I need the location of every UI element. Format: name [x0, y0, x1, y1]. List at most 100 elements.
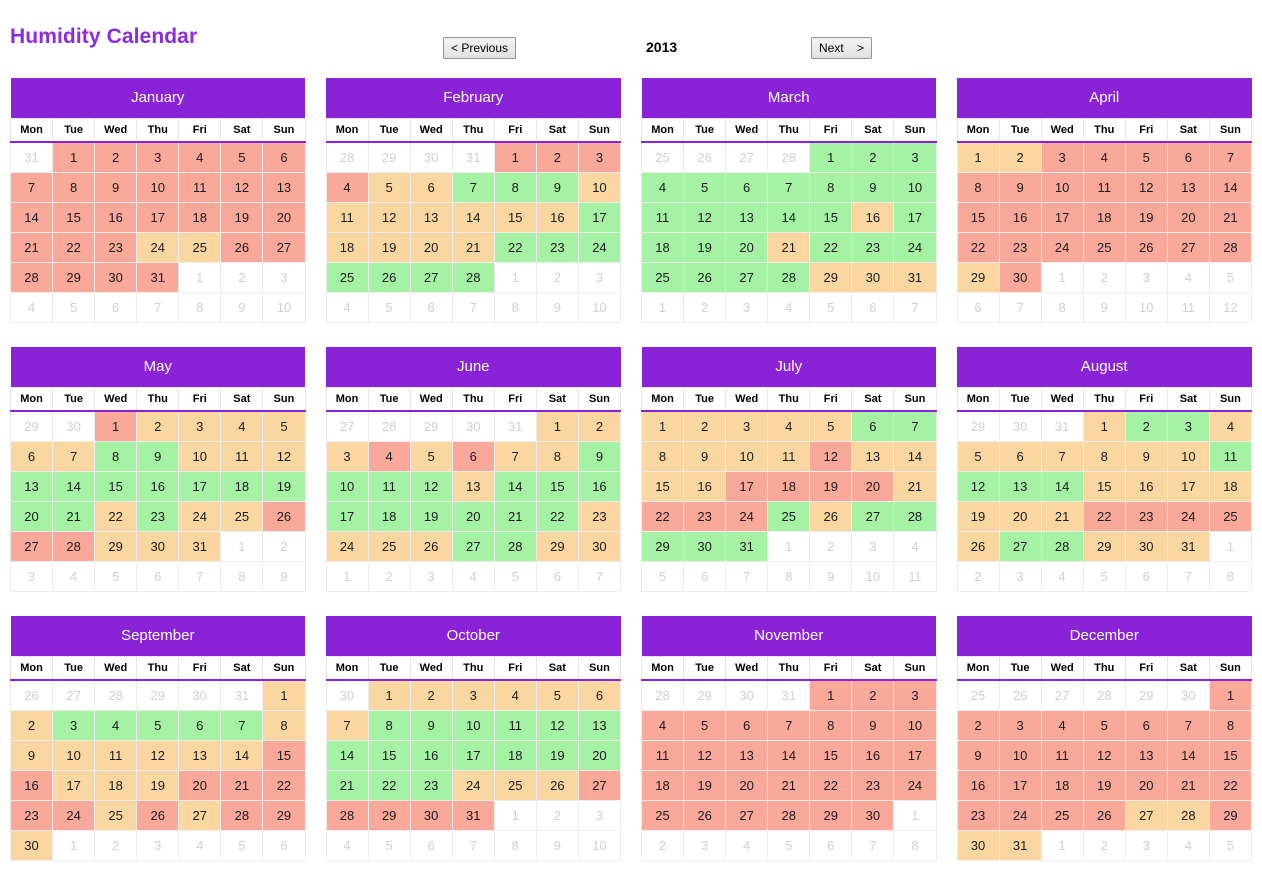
day-cell[interactable]: 15 [1209, 741, 1251, 771]
day-cell[interactable]: 11 [642, 203, 684, 233]
day-cell[interactable]: 16 [1125, 472, 1167, 502]
day-cell[interactable]: 30 [852, 263, 894, 293]
day-cell-adjacent-month[interactable]: 10 [263, 293, 305, 323]
day-cell[interactable]: 17 [726, 472, 768, 502]
day-cell[interactable]: 24 [894, 771, 936, 801]
day-cell[interactable]: 20 [1125, 771, 1167, 801]
day-cell[interactable]: 13 [410, 203, 452, 233]
day-cell-adjacent-month[interactable]: 8 [768, 562, 810, 592]
day-cell[interactable]: 22 [642, 502, 684, 532]
day-cell-adjacent-month[interactable]: 1 [768, 532, 810, 562]
day-cell[interactable]: 5 [1125, 142, 1167, 173]
day-cell[interactable]: 21 [53, 502, 95, 532]
day-cell-adjacent-month[interactable]: 9 [536, 831, 578, 861]
day-cell-adjacent-month[interactable]: 6 [852, 293, 894, 323]
day-cell[interactable]: 8 [368, 711, 410, 741]
day-cell[interactable]: 20 [578, 741, 620, 771]
day-cell[interactable]: 24 [326, 532, 368, 562]
day-cell-adjacent-month[interactable]: 2 [957, 562, 999, 592]
day-cell[interactable]: 17 [894, 203, 936, 233]
day-cell[interactable]: 23 [137, 502, 179, 532]
day-cell[interactable]: 6 [263, 142, 305, 173]
day-cell[interactable]: 22 [368, 771, 410, 801]
day-cell[interactable]: 14 [894, 442, 936, 472]
day-cell-adjacent-month[interactable]: 8 [179, 293, 221, 323]
day-cell[interactable]: 17 [1167, 472, 1209, 502]
day-cell-adjacent-month[interactable]: 10 [852, 562, 894, 592]
day-cell-adjacent-month[interactable]: 30 [410, 142, 452, 173]
day-cell[interactable]: 21 [1209, 203, 1251, 233]
day-cell[interactable]: 19 [137, 771, 179, 801]
day-cell[interactable]: 8 [494, 173, 536, 203]
day-cell[interactable]: 1 [810, 680, 852, 711]
day-cell[interactable]: 21 [894, 472, 936, 502]
day-cell[interactable]: 5 [536, 680, 578, 711]
day-cell[interactable]: 19 [810, 472, 852, 502]
day-cell[interactable]: 11 [326, 203, 368, 233]
day-cell[interactable]: 30 [137, 532, 179, 562]
day-cell[interactable]: 20 [726, 233, 768, 263]
day-cell[interactable]: 17 [894, 741, 936, 771]
day-cell[interactable]: 29 [53, 263, 95, 293]
day-cell[interactable]: 27 [852, 502, 894, 532]
day-cell[interactable]: 11 [179, 173, 221, 203]
day-cell[interactable]: 18 [1083, 203, 1125, 233]
day-cell-adjacent-month[interactable]: 8 [1041, 293, 1083, 323]
day-cell[interactable]: 19 [263, 472, 305, 502]
day-cell-adjacent-month[interactable]: 29 [1125, 680, 1167, 711]
day-cell-adjacent-month[interactable]: 30 [179, 680, 221, 711]
day-cell-adjacent-month[interactable]: 1 [179, 263, 221, 293]
day-cell-adjacent-month[interactable]: 5 [642, 562, 684, 592]
day-cell[interactable]: 18 [642, 233, 684, 263]
day-cell[interactable]: 10 [894, 711, 936, 741]
day-cell[interactable]: 31 [1167, 532, 1209, 562]
day-cell-adjacent-month[interactable]: 3 [578, 801, 620, 831]
day-cell-adjacent-month[interactable]: 2 [810, 532, 852, 562]
day-cell[interactable]: 2 [957, 711, 999, 741]
day-cell[interactable]: 31 [179, 532, 221, 562]
day-cell-adjacent-month[interactable]: 1 [1209, 532, 1251, 562]
day-cell[interactable]: 23 [536, 233, 578, 263]
day-cell-adjacent-month[interactable]: 2 [536, 801, 578, 831]
day-cell[interactable]: 29 [263, 801, 305, 831]
day-cell-adjacent-month[interactable]: 12 [1209, 293, 1251, 323]
day-cell[interactable]: 10 [1167, 442, 1209, 472]
day-cell[interactable]: 17 [137, 203, 179, 233]
day-cell[interactable]: 9 [852, 173, 894, 203]
day-cell[interactable]: 14 [11, 203, 53, 233]
day-cell[interactable]: 9 [999, 173, 1041, 203]
day-cell[interactable]: 18 [179, 203, 221, 233]
day-cell[interactable]: 25 [1041, 801, 1083, 831]
day-cell[interactable]: 1 [536, 411, 578, 442]
day-cell[interactable]: 23 [410, 771, 452, 801]
day-cell[interactable]: 17 [578, 203, 620, 233]
day-cell[interactable]: 6 [999, 442, 1041, 472]
day-cell[interactable]: 26 [1083, 801, 1125, 831]
day-cell-adjacent-month[interactable]: 26 [999, 680, 1041, 711]
day-cell[interactable]: 27 [11, 532, 53, 562]
day-cell[interactable]: 12 [684, 203, 726, 233]
day-cell[interactable]: 10 [53, 741, 95, 771]
day-cell[interactable]: 17 [999, 771, 1041, 801]
day-cell[interactable]: 10 [578, 173, 620, 203]
day-cell[interactable]: 2 [578, 411, 620, 442]
day-cell[interactable]: 12 [137, 741, 179, 771]
previous-year-button[interactable]: < Previous [443, 37, 516, 59]
day-cell[interactable]: 3 [1041, 142, 1083, 173]
day-cell[interactable]: 1 [53, 142, 95, 173]
day-cell[interactable]: 25 [1083, 233, 1125, 263]
day-cell[interactable]: 1 [263, 680, 305, 711]
day-cell-adjacent-month[interactable]: 3 [578, 263, 620, 293]
day-cell-adjacent-month[interactable]: 4 [326, 293, 368, 323]
day-cell-adjacent-month[interactable]: 6 [95, 293, 137, 323]
day-cell[interactable]: 1 [957, 142, 999, 173]
day-cell[interactable]: 19 [221, 203, 263, 233]
day-cell-adjacent-month[interactable]: 30 [53, 411, 95, 442]
day-cell[interactable]: 18 [1209, 472, 1251, 502]
day-cell-adjacent-month[interactable]: 2 [263, 532, 305, 562]
day-cell[interactable]: 7 [1041, 442, 1083, 472]
day-cell-adjacent-month[interactable]: 30 [1167, 680, 1209, 711]
day-cell[interactable]: 21 [452, 233, 494, 263]
day-cell-adjacent-month[interactable]: 30 [726, 680, 768, 711]
day-cell[interactable]: 14 [221, 741, 263, 771]
